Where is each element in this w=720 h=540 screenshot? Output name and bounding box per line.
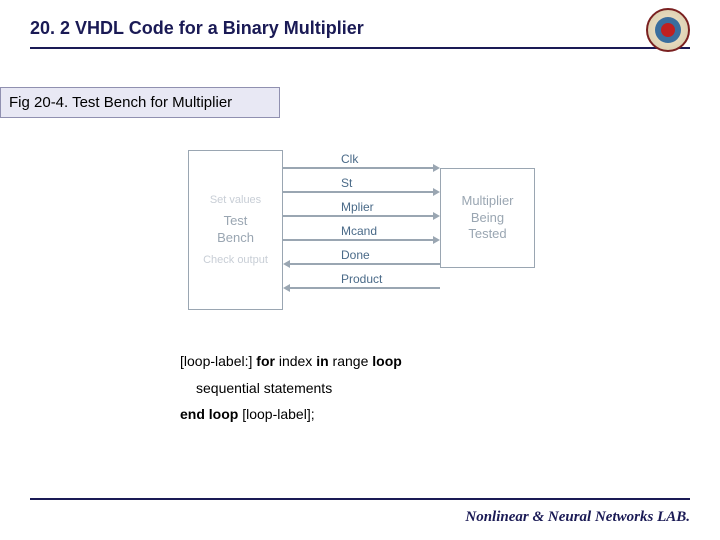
- diagram-container: Set values Test Bench Check output Multi…: [0, 142, 720, 322]
- syntax-line-2: sequential statements: [196, 375, 720, 402]
- signal-label: Mcand: [341, 224, 377, 238]
- university-logo: [646, 8, 690, 52]
- lab-name: Nonlinear & Neural Networks LAB.: [465, 509, 690, 526]
- slide-header: 20. 2 VHDL Code for a Binary Multiplier: [0, 0, 720, 47]
- signal-done: Done: [283, 250, 440, 274]
- faded-set-values: Set values: [210, 193, 261, 207]
- signal-mcand: Mcand: [283, 226, 440, 250]
- arrow-line: [290, 287, 440, 289]
- syntax-end-label: [loop-label];: [238, 406, 314, 422]
- arrow-left-icon: [283, 260, 290, 268]
- syntax-range: range: [329, 353, 373, 369]
- header-rule: [30, 47, 690, 49]
- test-bench-diagram: Set values Test Bench Check output Multi…: [170, 142, 550, 322]
- signal-mplier: Mplier: [283, 202, 440, 226]
- signal-st: St: [283, 178, 440, 202]
- arrow-right-icon: [433, 188, 440, 196]
- syntax-loop-label: [loop-label:]: [180, 353, 256, 369]
- multiplier-box: Multiplier Being Tested: [440, 168, 535, 268]
- footer-rule: [30, 498, 690, 500]
- multiplier-label-1: Multiplier: [461, 193, 513, 210]
- signal-arrows: Clk St Mplier Mcand Done Product: [283, 150, 440, 298]
- test-bench-label-2: Bench: [217, 230, 254, 247]
- signal-clk: Clk: [283, 154, 440, 178]
- signal-label: Done: [341, 248, 370, 262]
- signal-label: Clk: [341, 152, 358, 166]
- signal-product: Product: [283, 274, 440, 298]
- arrow-line: [290, 263, 440, 265]
- arrow-right-icon: [433, 164, 440, 172]
- kw-for: for: [256, 353, 275, 369]
- logo-inner: [655, 17, 681, 43]
- arrow-left-icon: [283, 284, 290, 292]
- figure-caption: Fig 20-4. Test Bench for Multiplier: [0, 87, 280, 118]
- arrow-line: [283, 167, 433, 169]
- section-title: 20. 2 VHDL Code for a Binary Multiplier: [30, 18, 364, 39]
- multiplier-label-3: Tested: [468, 226, 506, 243]
- kw-loop: loop: [372, 353, 402, 369]
- test-bench-box: Set values Test Bench Check output: [188, 150, 283, 310]
- arrow-right-icon: [433, 212, 440, 220]
- signal-label: Mplier: [341, 200, 374, 214]
- faded-check-output: Check output: [203, 253, 268, 267]
- syntax-index: index: [275, 353, 316, 369]
- test-bench-label-1: Test: [224, 213, 248, 230]
- arrow-right-icon: [433, 236, 440, 244]
- kw-end-loop: end loop: [180, 406, 238, 422]
- logo-circle: [646, 8, 690, 52]
- syntax-line-1: [loop-label:] for index in range loop: [180, 348, 720, 375]
- kw-in: in: [316, 353, 328, 369]
- signal-label: St: [341, 176, 352, 190]
- signal-label: Product: [341, 272, 382, 286]
- arrow-line: [283, 215, 433, 217]
- arrow-line: [283, 239, 433, 241]
- loop-syntax: [loop-label:] for index in range loop se…: [180, 348, 720, 428]
- arrow-line: [283, 191, 433, 193]
- multiplier-label-2: Being: [471, 210, 504, 227]
- syntax-line-3: end loop [loop-label];: [180, 401, 720, 428]
